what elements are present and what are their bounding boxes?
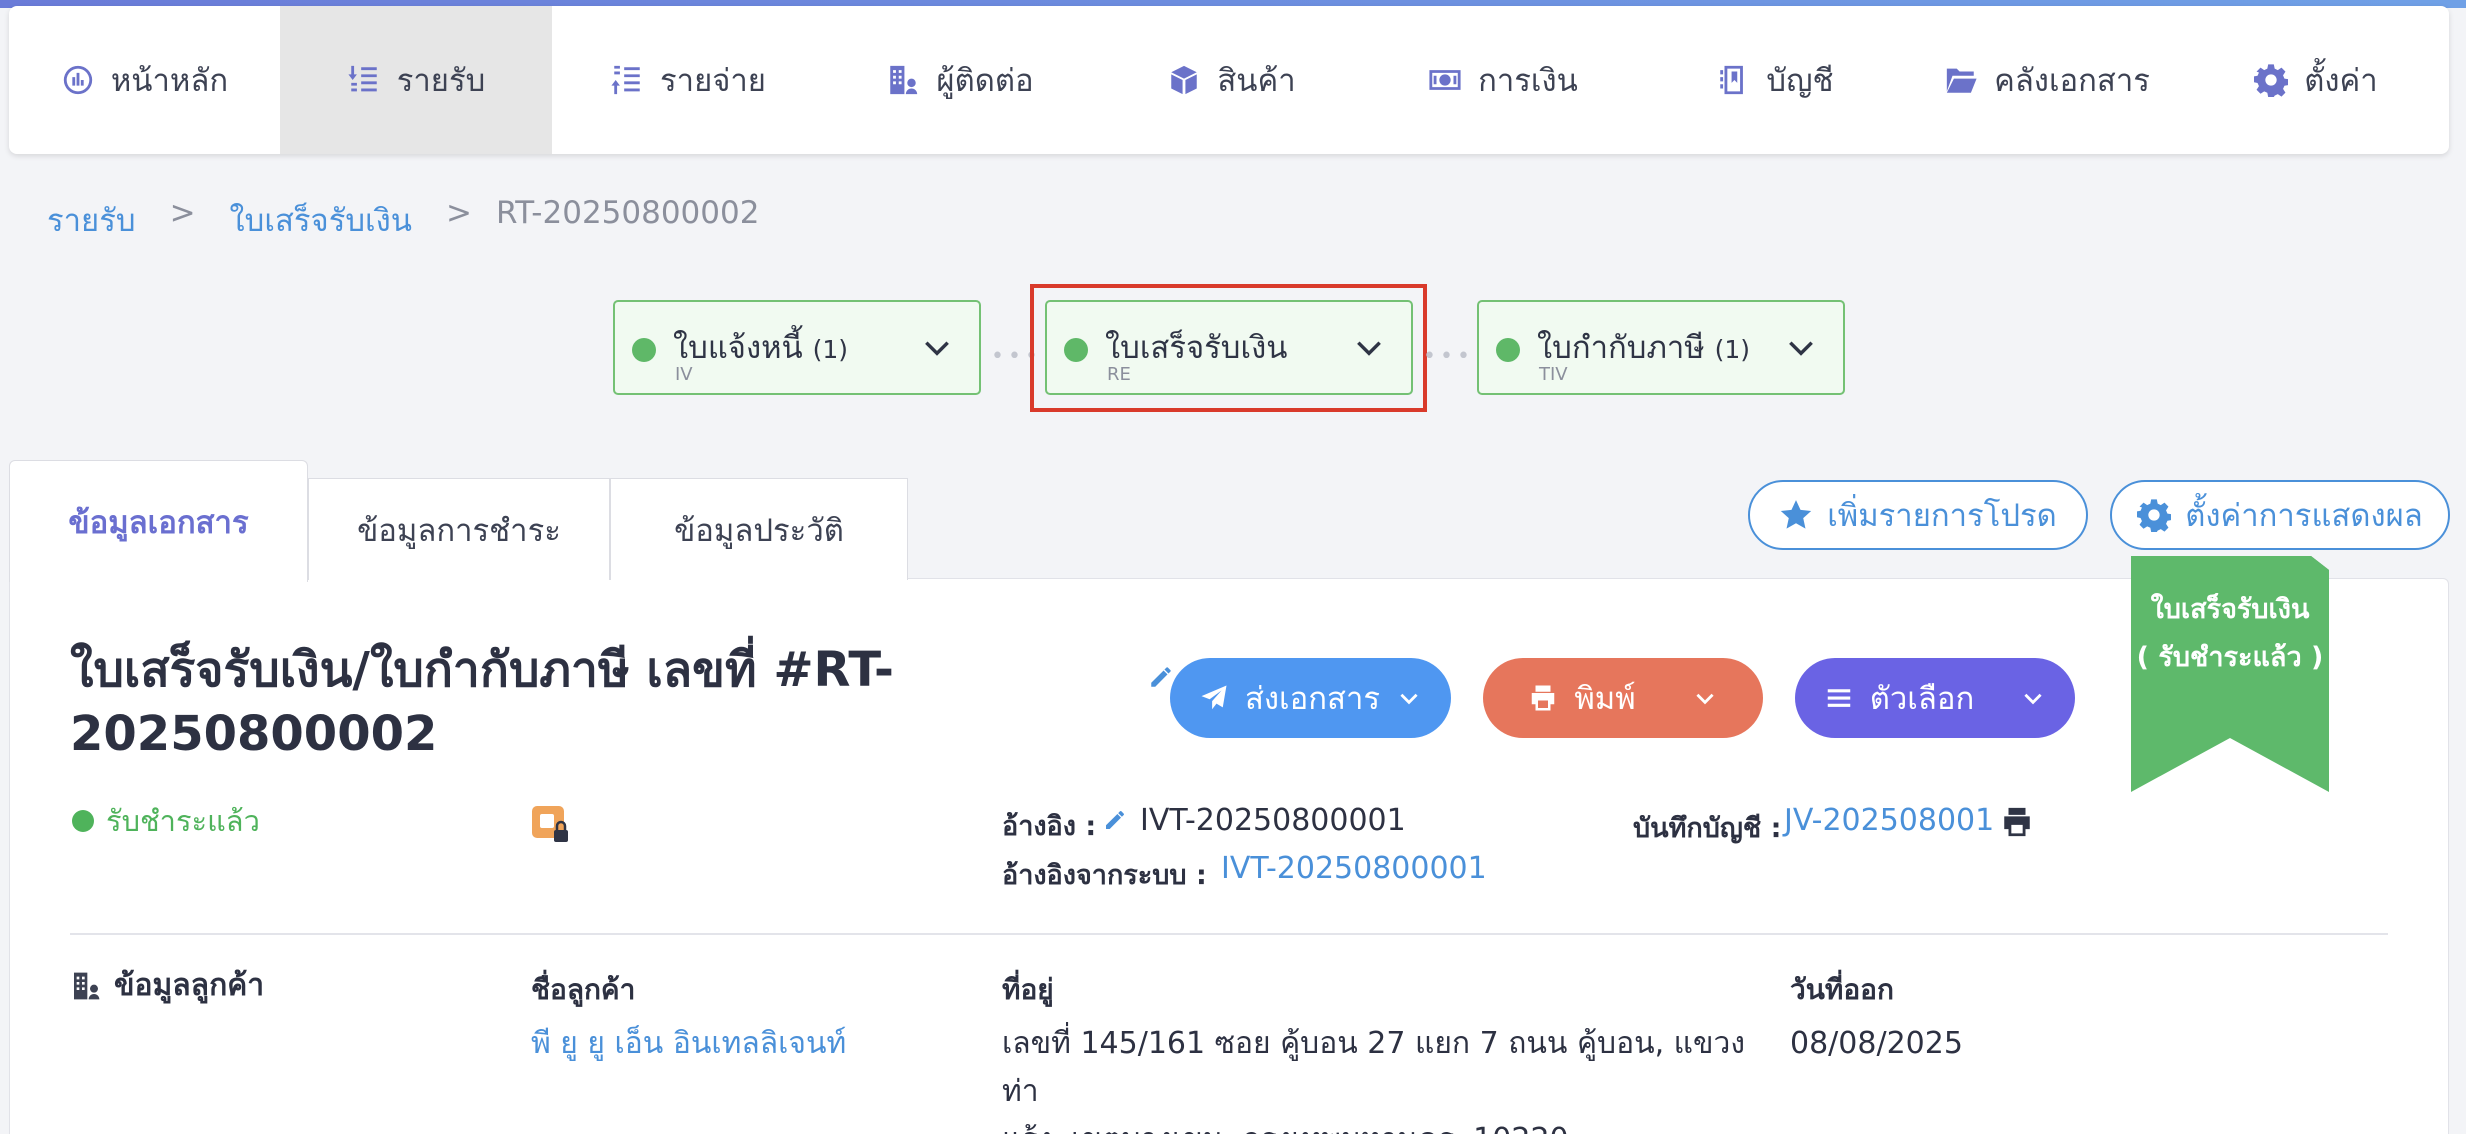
send-label: ส่งเอกสาร xyxy=(1244,681,1381,717)
printer-icon xyxy=(1532,685,1555,711)
status-dot xyxy=(632,338,656,362)
folder-icon xyxy=(1946,68,1977,93)
dashboard-icon xyxy=(63,65,93,95)
chevron-down-icon xyxy=(1789,341,1813,356)
add-favorite-label: เพิ่มรายการโปรด xyxy=(1827,498,2057,534)
breadcrumb-receipts[interactable]: ใบเสร็จรับเงิน xyxy=(230,195,412,245)
status-dot xyxy=(1496,338,1520,362)
status-badge: รับชำระแล้ว xyxy=(72,798,260,844)
document-title: ใบเสร็จรับเงิน/ใบกำกับภาษี เลขที่ #RT-20… xyxy=(70,642,894,762)
breadcrumb-current: RT-20250800002 xyxy=(495,195,760,231)
gear-icon xyxy=(2254,64,2289,97)
breadcrumb: รายรับ > ใบเสร็จรับเงิน > RT-20250800002 xyxy=(47,195,759,245)
send-document-button[interactable]: ส่งเอกสาร xyxy=(1170,658,1451,738)
journal-label: บันทึกบัญชี : xyxy=(1633,813,1782,844)
flow-code: IV xyxy=(675,364,693,385)
section-divider xyxy=(70,933,2388,935)
breadcrumb-separator: > xyxy=(445,195,472,231)
chevron-down-icon xyxy=(1696,693,1714,705)
customer-name-label: ชื่อลูกค้า xyxy=(531,973,636,1006)
main-nav: หน้าหลัก รายรับ รายจ่าย ผู้ติดต่อ สินค้า… xyxy=(9,6,2449,154)
flow-label: ใบกำกับภาษี (1) xyxy=(1537,330,1750,366)
menu-icon xyxy=(1827,689,1850,707)
star-icon xyxy=(1781,500,1812,529)
chevron-down-icon xyxy=(925,341,949,356)
nav-item-accounting[interactable]: บัญชี xyxy=(1639,6,1911,154)
options-label: ตัวเลือก xyxy=(1869,681,1975,717)
nav-item-income[interactable]: รายรับ xyxy=(280,6,552,154)
reference-label: อ้างอิง : xyxy=(1002,811,1097,842)
nav-item-expense[interactable]: รายจ่าย xyxy=(552,6,824,154)
issue-date-label: วันที่ออก xyxy=(1790,973,1894,1006)
nav-label: คลังเอกสาร xyxy=(1994,63,2150,99)
address-label: ที่อยู่ xyxy=(1002,973,1054,1006)
system-reference-link[interactable]: IVT-20250800001 xyxy=(1221,851,1487,886)
contact-icon xyxy=(890,65,918,95)
building-icon xyxy=(74,972,100,999)
nav-label: ตั้งค่า xyxy=(2304,63,2378,99)
gear-icon xyxy=(2137,499,2172,532)
expense-icon xyxy=(611,65,640,95)
customer-name-link[interactable]: พี ยู ยู เอ็น อินเทลลิเจนท์ xyxy=(531,1020,846,1068)
nav-item-home[interactable]: หน้าหลัก xyxy=(9,6,280,154)
locked-document-icon xyxy=(532,806,568,842)
flow-label: ใบแจ้งหนี้ (1) xyxy=(673,330,849,366)
money-icon xyxy=(1429,70,1461,90)
journal-link[interactable]: JV-202508001 xyxy=(1784,803,1994,838)
display-settings-label: ตั้งค่าการแสดงผล xyxy=(2185,498,2423,534)
nav-label: บัญชี xyxy=(1766,63,1834,99)
chevron-down-icon xyxy=(2024,693,2042,705)
display-settings-button[interactable]: ตั้งค่าการแสดงผล xyxy=(2110,480,2450,550)
status-dot xyxy=(72,810,94,832)
options-button[interactable]: ตัวเลือก xyxy=(1795,658,2075,738)
system-reference-label: อ้างอิงจากระบบ : xyxy=(1002,860,1207,891)
nav-item-settings[interactable]: ตั้งค่า xyxy=(2183,6,2449,154)
flow-tax-invoice-dropdown[interactable]: ใบกำกับภาษี (1) TIV xyxy=(1477,300,1845,395)
nav-label: สินค้า xyxy=(1217,63,1296,99)
flow-connector: ••• xyxy=(1423,344,1474,369)
issue-date-value: 08/08/2025 xyxy=(1790,1026,1963,1061)
tab-history[interactable]: ข้อมูลประวัติ xyxy=(610,478,908,580)
nav-item-documents[interactable]: คลังเอกสาร xyxy=(1911,6,2183,154)
breadcrumb-income[interactable]: รายรับ xyxy=(47,195,136,245)
nav-item-contacts[interactable]: ผู้ติดต่อ xyxy=(824,6,1096,154)
breadcrumb-separator: > xyxy=(169,195,196,231)
flow-invoice-dropdown[interactable]: ใบแจ้งหนี้ (1) IV xyxy=(613,300,981,395)
nav-label: รายจ่าย xyxy=(660,63,766,99)
add-favorite-button[interactable]: เพิ่มรายการโปรด xyxy=(1748,480,2088,550)
income-icon xyxy=(348,65,377,92)
nav-item-finance[interactable]: การเงิน xyxy=(1367,6,1639,154)
print-label: พิมพ์ xyxy=(1574,681,1636,717)
pencil-icon[interactable] xyxy=(1148,664,1174,690)
nav-label: รายรับ xyxy=(396,63,486,99)
nav-label: ผู้ติดต่อ xyxy=(936,63,1034,99)
nav-item-products[interactable]: สินค้า xyxy=(1096,6,1367,154)
flow-code: TIV xyxy=(1539,364,1568,385)
nav-label: การเงิน xyxy=(1478,63,1578,99)
address-value: เลขที่ 145/161 ซอย คู้บอน 27 แยก 7 ถนน ค… xyxy=(1002,1026,1745,1134)
ribbon-label: ใบเสร็จรับเงิน ( รับชำระแล้ว ) xyxy=(2136,594,2324,673)
print-button[interactable]: พิมพ์ xyxy=(1483,658,1763,738)
tab-document-info[interactable]: ข้อมูลเอกสาร xyxy=(9,460,308,582)
box-icon xyxy=(1171,65,1198,95)
paper-plane-icon xyxy=(1201,685,1227,710)
current-step-highlight xyxy=(1030,284,1427,412)
chevron-down-icon xyxy=(1400,693,1418,705)
nav-label: หน้าหลัก xyxy=(110,63,229,99)
reference-value: IVT-20250800001 xyxy=(1140,803,1406,838)
tab-payment-info[interactable]: ข้อมูลการชำระ xyxy=(308,478,610,580)
pencil-icon[interactable] xyxy=(1103,808,1127,832)
printer-icon[interactable] xyxy=(2000,805,2034,839)
ledger-icon xyxy=(1720,65,1744,95)
customer-section-title: ข้อมูลลูกค้า xyxy=(70,962,264,1009)
